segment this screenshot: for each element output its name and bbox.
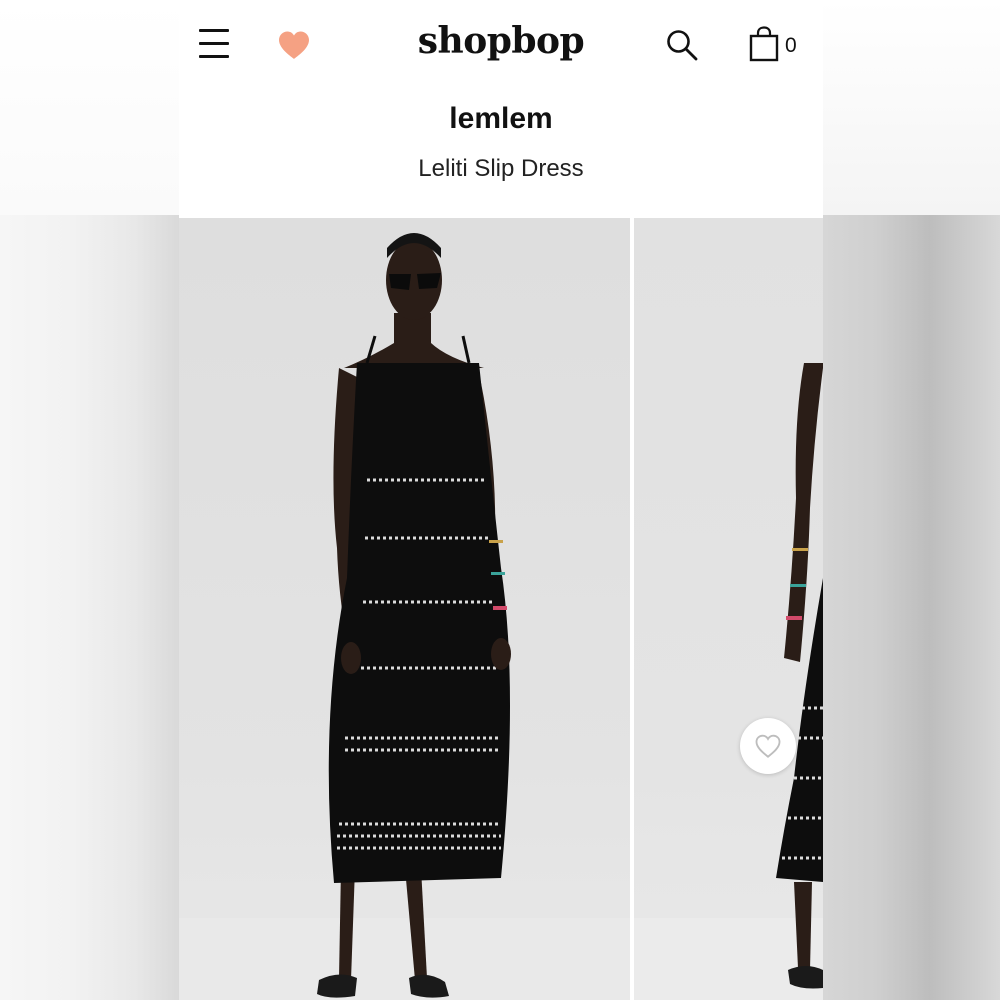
product-image-gallery[interactable] [179,218,823,1000]
add-to-wishlist-button[interactable] [740,718,796,774]
heart-outline-icon [755,734,781,758]
product-page: shopbop 0 lemlem Leliti Slip Dress [179,0,823,1000]
product-name: Leliti Slip Dress [418,155,584,182]
search-icon[interactable] [665,28,699,62]
shopbop-logo[interactable]: shopbop [179,20,823,62]
product-image-main[interactable] [179,218,630,1000]
blurred-backdrop-right [823,0,1000,1000]
top-navigation-bar: shopbop 0 [179,0,823,92]
product-image-secondary[interactable] [634,218,823,1000]
shopping-bag-icon[interactable] [749,26,779,62]
blurred-backdrop-left [0,0,179,1000]
product-brand[interactable]: lemlem [179,102,823,136]
bag-item-count: 0 [785,34,797,57]
